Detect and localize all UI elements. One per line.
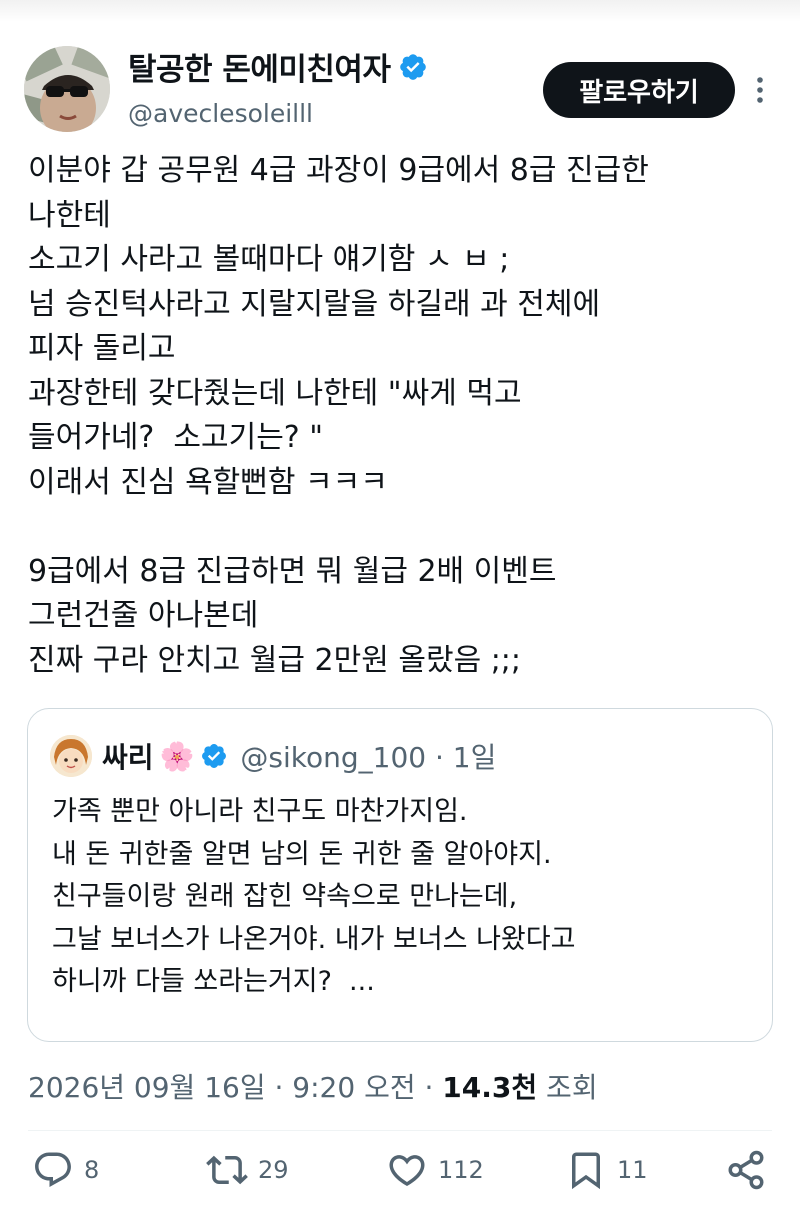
share-icon [728,1150,764,1190]
share-button[interactable] [725,1140,767,1200]
quote-avatar [50,735,92,777]
retweet-icon [206,1155,248,1185]
bookmark-button[interactable]: 11 [565,1140,648,1200]
tweet-timestamp[interactable]: 2026년 09월 16일 · 9:20 오전 · [28,1066,442,1106]
quoted-tweet[interactable]: 싸리 🌸 @sikong_100 · 1일 가족 뿐만 아니라 친구도 마찬가지… [27,708,773,1042]
author-name-row[interactable]: 탈공한 돈에미친여자 [128,44,428,89]
like-icon [389,1155,425,1187]
verified-badge-icon [400,53,427,80]
reply-count: 8 [84,1156,100,1184]
author-avatar[interactable] [24,46,110,132]
more-icon[interactable] [750,72,770,108]
author-display-name[interactable]: 탈공한 돈에미친여자 [128,44,391,89]
quote-author-name: 싸리 [102,741,154,774]
view-label: 조회 [537,1071,598,1104]
retweet-button[interactable]: 29 [206,1140,289,1200]
bookmark-count: 11 [617,1156,648,1184]
verified-badge-icon [202,744,227,768]
quote-handle-time: @sikong_100 · 1일 [240,741,497,774]
follow-button[interactable]: 팔로우하기 [543,62,735,118]
tweet-meta: 2026년 09월 16일 · 9:20 오전 · 14.3천 조회 [28,1066,598,1106]
reply-button[interactable]: 8 [32,1140,99,1200]
author-handle[interactable]: @aveclesoleilll [128,99,313,128]
divider [28,1130,772,1131]
reply-icon [35,1152,71,1187]
view-count: 14.3천 [442,1071,538,1104]
retweet-count: 29 [258,1156,289,1184]
top-edge [0,0,800,22]
quote-header: 싸리 🌸 @sikong_100 · 1일 [102,735,496,777]
quote-text: 가족 뿐만 아니라 친구도 마찬가지임. 내 돈 귀한줄 알면 남의 돈 귀한 … [52,796,576,997]
like-count: 112 [438,1156,484,1184]
tweet-text: 이분야 갑 공무원 4급 과장이 9급에서 8급 진급한 나한테 소고기 사라고… [28,153,649,678]
bookmark-icon [572,1152,600,1190]
like-button[interactable]: 112 [386,1140,484,1200]
action-bar: 8 29 112 11 [0,1140,800,1200]
cherry-blossom-emoji: 🌸 [159,739,195,773]
